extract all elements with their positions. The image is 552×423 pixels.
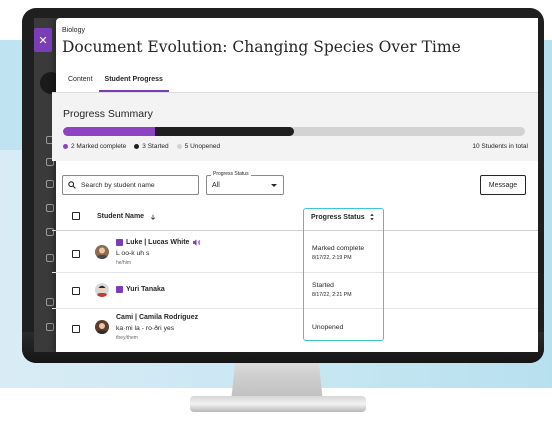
progress-bar-started — [155, 127, 294, 136]
select-all-checkbox[interactable] — [72, 212, 80, 220]
legend-complete-label: 2 Marked complete — [71, 143, 127, 150]
name-pronunciation-badge-icon — [116, 239, 123, 246]
legend-started-label: 3 Started — [142, 143, 169, 150]
student-phonetic: L oo-k uh s — [116, 250, 150, 257]
summary-title: Progress Summary — [63, 108, 153, 120]
row-checkbox[interactable] — [72, 250, 80, 258]
select-label: Progress Status — [211, 171, 251, 177]
progress-legend: 2 Marked complete 3 Started 5 Unopened — [63, 143, 220, 150]
tab-bar: Content Student Progress — [62, 72, 169, 92]
student-pronouns: he/him — [116, 260, 132, 266]
progress-bar — [63, 127, 525, 136]
background-nav-icon — [46, 323, 54, 331]
student-name[interactable]: Yuri Tanaka — [116, 286, 165, 293]
legend-unopened-label: 5 Unopened — [184, 143, 221, 150]
monitor-stand-base — [190, 396, 366, 412]
speaker-icon[interactable] — [192, 239, 201, 246]
table-header-divider — [52, 230, 538, 231]
avatar — [95, 320, 109, 334]
tab-student-progress[interactable]: Student Progress — [98, 72, 169, 92]
column-header-label: Student Name — [97, 213, 145, 220]
unopened-dot-icon — [176, 144, 182, 149]
row-divider — [52, 308, 538, 309]
background-nav-icon — [46, 298, 54, 306]
name-pronunciation-badge-icon — [116, 286, 123, 293]
student-pronouns: they/them — [116, 335, 138, 341]
search-input[interactable] — [81, 181, 191, 189]
close-button[interactable]: ✕ — [34, 28, 52, 52]
search-icon — [68, 181, 76, 189]
progress-status-select[interactable]: Progress Status All — [206, 171, 284, 195]
close-icon: ✕ — [38, 34, 48, 47]
student-name-label: Cami | Camila Rodriguez — [116, 314, 199, 321]
row-divider — [52, 272, 538, 273]
legend-started: 3 Started — [134, 143, 169, 150]
complete-dot-icon — [63, 144, 68, 149]
page-title: Document Evolution: Changing Species Ove… — [62, 38, 461, 56]
background-nav-icon — [46, 180, 54, 188]
tab-content[interactable]: Content — [62, 72, 99, 92]
sort-arrow-icon — [151, 214, 156, 220]
breadcrumb[interactable]: Biology — [62, 27, 85, 34]
column-header-student-name[interactable]: Student Name — [97, 213, 156, 220]
legend-complete: 2 Marked complete — [63, 143, 126, 150]
select-value: All — [212, 182, 220, 189]
scene: ✕ Biology Document Evolution: Changing S… — [0, 0, 552, 423]
progress-bar-complete — [63, 127, 156, 136]
started-dot-icon — [134, 144, 140, 149]
avatar — [95, 283, 109, 297]
student-name[interactable]: Cami | Camila Rodriguez — [116, 314, 198, 321]
message-button[interactable]: Message — [480, 175, 526, 195]
student-name-label: Yuri Tanaka — [126, 286, 165, 293]
search-box[interactable] — [62, 175, 199, 195]
legend-unopened: 5 Unopened — [176, 143, 221, 150]
background-nav-icon — [46, 204, 54, 212]
student-phonetic: ka·mi la - ro·ðri yes — [116, 325, 175, 332]
row-checkbox[interactable] — [72, 287, 80, 295]
student-name-label: Luke | Lucas White — [126, 239, 190, 246]
avatar — [95, 245, 109, 259]
background-nav-icon — [46, 254, 54, 262]
row-checkbox[interactable] — [72, 325, 80, 333]
students-total: 10 Students in total — [472, 143, 528, 150]
student-name[interactable]: Luke | Lucas White — [116, 239, 201, 246]
caret-down-icon — [271, 184, 277, 187]
progress-status-highlight — [303, 208, 384, 341]
